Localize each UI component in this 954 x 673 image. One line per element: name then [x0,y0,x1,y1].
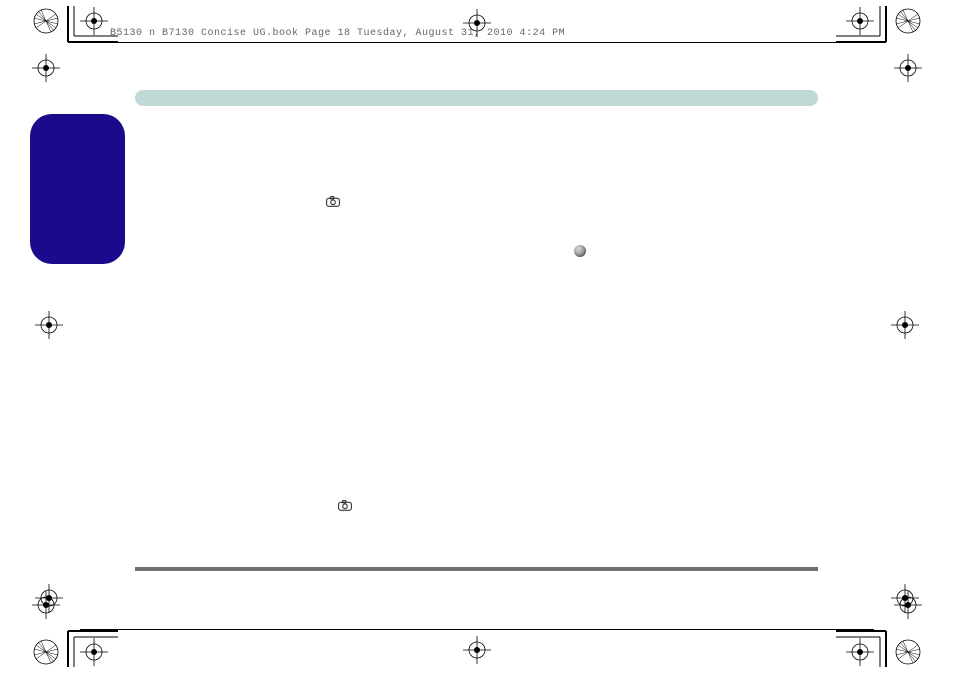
camera-icon [326,194,340,205]
camera-icon [338,498,352,509]
top-rule [80,42,874,43]
crop-mark-top-mid [462,8,492,38]
crop-mark-left-mid [34,310,64,340]
crop-mark-bottom-mid [462,635,492,665]
crop-mark-left-low [34,583,64,613]
crop-mark-top-right [836,6,926,84]
section-bar [135,90,818,106]
side-tab [30,114,125,264]
globe-icon [574,245,586,257]
crop-mark-right-low [890,583,920,613]
print-stamp: B5130 n B7130 Concise UG.book Page 18 Tu… [110,28,565,39]
bottom-rule [80,629,874,630]
footer-bar [135,567,818,571]
crop-mark-right-mid [890,310,920,340]
crop-mark-top-left [28,6,118,84]
